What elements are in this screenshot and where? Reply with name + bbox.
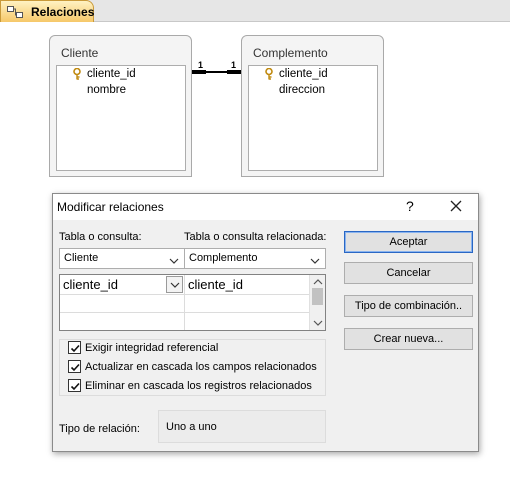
cardinality-right: 1: [231, 60, 237, 70]
table-label: Tabla o consulta:: [59, 231, 142, 243]
grid-field-dropdown[interactable]: [166, 276, 183, 293]
table-select[interactable]: Cliente: [59, 248, 185, 269]
grid-divider: [60, 312, 309, 313]
grid-right-field[interactable]: cliente_id: [188, 277, 243, 292]
chevron-down-icon: [310, 254, 320, 264]
grid-divider: [60, 294, 309, 295]
cascade-delete-label[interactable]: Eliminar en cascada los registros relaci…: [85, 380, 312, 392]
table-title: Cliente: [61, 46, 99, 60]
tab-label: Relaciones: [31, 5, 95, 19]
related-table-label: Tabla o consulta relacionada:: [184, 231, 327, 243]
table-select-value: Cliente: [64, 252, 99, 264]
field-list: cliente_id direccion: [248, 65, 378, 171]
grid-divider: [184, 275, 185, 330]
create-new-button[interactable]: Crear nueva...: [344, 328, 473, 350]
checkmark-icon: [70, 363, 80, 372]
relationship-type-value: Uno a uno: [166, 421, 217, 433]
relationship-type-box: Uno a uno: [158, 410, 326, 443]
cancel-button[interactable]: Cancelar: [344, 262, 473, 284]
scrollbar-thumb[interactable]: [312, 288, 323, 305]
primary-key-icon: [264, 67, 274, 80]
relationship-type-label: Tipo de relación:: [59, 423, 140, 435]
related-table-select-value: Complemento: [189, 252, 258, 264]
field-mapping-grid[interactable]: cliente_id cliente_id: [59, 274, 326, 331]
field-item[interactable]: direccion: [279, 84, 325, 96]
chevron-down-icon: [169, 254, 179, 264]
join-type-button[interactable]: Tipo de combinación..: [344, 295, 473, 317]
field-list: cliente_id nombre: [56, 65, 186, 171]
dialog-title: Modificar relaciones: [57, 200, 164, 214]
cardinality-left: 1: [198, 60, 204, 70]
grid-scrollbar[interactable]: [309, 275, 325, 330]
table-title: Complemento: [253, 46, 328, 60]
checkmark-icon: [70, 344, 80, 353]
accept-button[interactable]: Aceptar: [344, 231, 473, 253]
cascade-delete-checkbox[interactable]: [68, 379, 81, 392]
enforce-integrity-label[interactable]: Exigir integridad referencial: [85, 342, 218, 354]
cascade-update-label[interactable]: Actualizar en cascada los campos relacio…: [85, 361, 317, 373]
edit-relationships-dialog: Modificar relaciones ? Tabla o consulta:…: [52, 193, 479, 452]
scroll-up-icon: [313, 279, 323, 285]
grid-left-field[interactable]: cliente_id: [63, 277, 118, 292]
checkmark-icon: [70, 382, 80, 391]
help-button[interactable]: ?: [406, 198, 414, 214]
dialog-titlebar: Modificar relaciones ?: [53, 194, 478, 220]
close-icon[interactable]: [447, 196, 465, 216]
field-item[interactable]: nombre: [87, 84, 126, 96]
field-item[interactable]: cliente_id: [87, 68, 136, 80]
relationships-tab[interactable]: Relaciones: [0, 0, 94, 22]
relationship-end-right: [227, 70, 241, 74]
relationships-icon: [7, 6, 23, 18]
relationship-end-left: [192, 70, 206, 74]
table-complemento[interactable]: Complemento cliente_id direccion: [241, 35, 384, 177]
field-item[interactable]: cliente_id: [279, 68, 328, 80]
primary-key-icon: [72, 67, 82, 80]
related-table-select[interactable]: Complemento: [184, 248, 326, 269]
table-cliente[interactable]: Cliente cliente_id nombre: [49, 35, 192, 177]
enforce-integrity-checkbox[interactable]: [68, 341, 81, 354]
scroll-down-icon: [313, 320, 323, 326]
cascade-update-checkbox[interactable]: [68, 360, 81, 373]
